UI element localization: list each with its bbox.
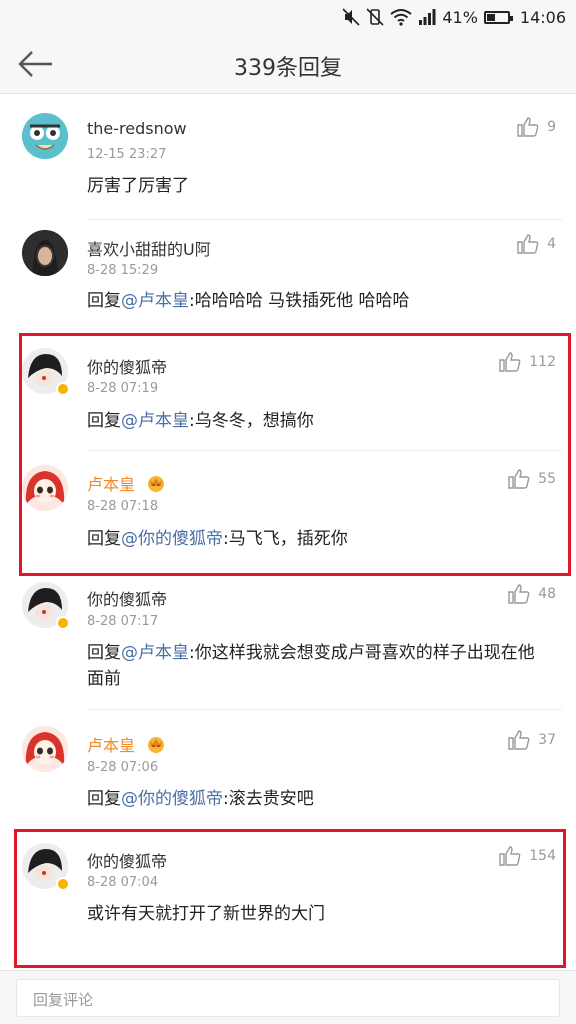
thumbs-up-icon	[499, 352, 521, 372]
vibrate-off-icon	[366, 8, 384, 26]
comment-timestamp: 8-28 07:19	[87, 381, 159, 396]
mention-link[interactable]: @你的傻狐帝	[121, 789, 223, 809]
like-count: 4	[547, 236, 556, 252]
like-count: 37	[538, 732, 556, 748]
comment-timestamp: 8-28 07:04	[87, 875, 159, 890]
comment-username[interactable]: the-redsnow	[87, 119, 187, 138]
comment-text: 回复@卢本皇:你这样我就会想变成卢哥喜欢的样子出现在他面前	[87, 640, 547, 692]
signal-icon	[419, 9, 436, 25]
comment-timestamp: 8-28 07:18	[87, 499, 159, 514]
avatar[interactable]	[22, 726, 68, 772]
verified-badge-icon	[56, 382, 70, 396]
cartoon-girl-avatar-icon	[22, 465, 68, 511]
comment-username[interactable]: 你的傻狐帝	[87, 354, 167, 378]
comment-username[interactable]: 你的傻狐帝	[87, 848, 167, 872]
like-button[interactable]: 9	[517, 117, 556, 137]
comment-body: 厉害了厉害了	[87, 176, 189, 196]
thumbs-up-icon	[508, 469, 530, 489]
battery-icon	[483, 10, 513, 24]
comment-body: :哈哈哈哈 马铁插死他 哈哈哈	[189, 291, 410, 311]
mention-link[interactable]: @卢本皇	[121, 291, 189, 311]
comment-item: 你的傻狐帝 8-28 07:17 48 回复@卢本皇:你这样我就会想变成卢哥喜欢…	[0, 578, 576, 718]
comment-item: 卢本皇 8-28 07:18 55 回复@你的傻狐帝:马飞飞，插死你	[0, 457, 576, 575]
mention-link[interactable]: @卢本皇	[121, 643, 189, 663]
like-button[interactable]: 55	[508, 469, 556, 489]
like-button[interactable]: 112	[499, 352, 556, 372]
wifi-icon	[390, 9, 412, 26]
comment-body: :滚去贵安吧	[223, 789, 314, 809]
comment-timestamp: 8-28 07:06	[87, 760, 159, 775]
comment-username[interactable]: 喜欢小甜甜的U阿	[87, 236, 211, 260]
reply-prefix: 回复	[87, 411, 121, 431]
comment-body: :马飞飞，插死你	[223, 529, 348, 549]
like-count: 48	[538, 586, 556, 602]
like-count: 112	[529, 354, 556, 370]
reply-prefix: 回复	[87, 789, 121, 809]
like-button[interactable]: 4	[517, 234, 556, 254]
username-text: 卢本皇	[87, 475, 136, 494]
comment-timestamp: 8-28 15:29	[87, 263, 159, 278]
comment-item: the-redsnow 12-15 23:27 9 厉害了厉害了	[0, 95, 576, 220]
thumbs-up-icon	[517, 234, 539, 254]
like-count: 154	[529, 848, 556, 864]
comment-item: 你的傻狐帝 8-28 07:19 112 回复@卢本皇:乌冬冬，想搞你	[0, 338, 576, 456]
thumbs-up-icon	[508, 584, 530, 604]
comment-username[interactable]: 你的傻狐帝	[87, 586, 167, 610]
comment-text: 回复@你的傻狐帝:滚去贵安吧	[87, 786, 547, 812]
comment-body: :乌冬冬，想搞你	[189, 411, 314, 431]
header-bar: 339条回复	[0, 34, 576, 94]
comment-text: 回复@卢本皇:哈哈哈哈 马铁插死他 哈哈哈	[87, 288, 547, 314]
comment-username[interactable]: 卢本皇	[87, 471, 166, 495]
clock: 14:06	[519, 7, 566, 27]
mention-link[interactable]: @卢本皇	[121, 411, 189, 431]
verified-badge-icon	[56, 877, 70, 891]
comment-text: 回复@卢本皇:乌冬冬，想搞你	[87, 408, 547, 434]
page-title: 339条回复	[234, 56, 342, 81]
comment-item: 卢本皇 8-28 07:06 37 回复@你的傻狐帝:滚去贵安吧	[0, 718, 576, 828]
thumbs-up-icon	[499, 846, 521, 866]
like-button[interactable]: 154	[499, 846, 556, 866]
verified-badge-icon	[56, 616, 70, 630]
comment-text: 厉害了厉害了	[87, 173, 547, 199]
avatar[interactable]	[22, 465, 68, 511]
comment-text: 回复@你的傻狐帝:马飞飞，插死你	[87, 526, 547, 552]
like-button[interactable]: 37	[508, 730, 556, 750]
comment-username[interactable]: 卢本皇	[87, 732, 166, 756]
reply-prefix: 回复	[87, 643, 121, 663]
like-count: 55	[538, 471, 556, 487]
battery-percent: 41%	[442, 7, 478, 27]
avatar[interactable]	[22, 113, 68, 159]
reply-input[interactable]: 回复评论	[16, 979, 560, 1017]
owl-avatar-icon	[22, 113, 68, 159]
divider	[87, 450, 562, 451]
username-text: 卢本皇	[87, 736, 136, 755]
status-bar: 41% 14:06	[0, 0, 576, 34]
mention-link[interactable]: @你的傻狐帝	[121, 529, 223, 549]
comment-body: 或许有天就打开了新世界的大门	[87, 904, 325, 924]
reply-prefix: 回复	[87, 291, 121, 311]
mute-icon	[342, 8, 360, 26]
reply-prefix: 回复	[87, 529, 121, 549]
avatar[interactable]	[22, 230, 68, 276]
crown-emoji-icon	[148, 476, 165, 492]
girl-photo-avatar-icon	[22, 230, 68, 276]
cartoon-girl-avatar-icon	[22, 726, 68, 772]
like-count: 9	[547, 119, 556, 135]
comment-text: 或许有天就打开了新世界的大门	[87, 901, 547, 927]
comment-item: 喜欢小甜甜的U阿 8-28 15:29 4 回复@卢本皇:哈哈哈哈 马铁插死他 …	[0, 220, 576, 330]
comment-timestamp: 8-28 07:17	[87, 614, 159, 629]
like-button[interactable]: 48	[508, 584, 556, 604]
crown-emoji-icon	[148, 737, 165, 753]
reply-bar: 回复评论	[0, 970, 576, 1024]
comment-item: 你的傻狐帝 8-28 07:04 154 或许有天就打开了新世界的大门	[0, 835, 576, 960]
divider	[87, 709, 562, 710]
comment-timestamp: 12-15 23:27	[87, 147, 167, 162]
thumbs-up-icon	[517, 117, 539, 137]
thumbs-up-icon	[508, 730, 530, 750]
